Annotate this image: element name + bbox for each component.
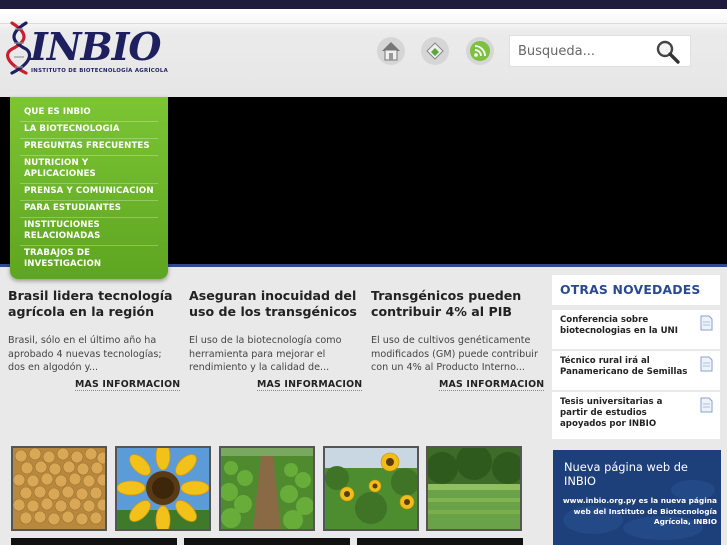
bottom-strip xyxy=(11,538,177,545)
more-info-link[interactable]: MAS INFORMACION xyxy=(257,379,363,391)
menu-item-que-es-inbio[interactable]: QUE ES INBIO xyxy=(20,105,158,122)
bottom-strip xyxy=(357,538,523,545)
sidebar-title: OTRAS NOVEDADES xyxy=(552,275,720,305)
crop-field-photo[interactable] xyxy=(219,446,315,531)
document-icon xyxy=(700,356,713,372)
sidebar-news-item[interactable]: Conferencia sobre biotecnologias en la U… xyxy=(552,310,720,349)
menu-item-nutricion[interactable]: NUTRICION Y APLICACIONES xyxy=(20,156,158,184)
document-icon xyxy=(700,397,713,413)
sunflower-field-photo[interactable] xyxy=(323,446,419,531)
sunflower-photo[interactable] xyxy=(115,446,211,531)
menu-item-prensa[interactable]: PRENSA Y COMUNICACION xyxy=(20,184,158,201)
news-item: Transgénicos pueden contribuir 4% al PIB… xyxy=(371,288,543,375)
news-sidebar: OTRAS NOVEDADES Conferencia sobre biotec… xyxy=(552,275,720,441)
menu-item-biotecnologia[interactable]: LA BIOTECNOLOGIA xyxy=(20,122,158,139)
logo-subtitle: INSTITUTO DE BIOTECNOLOGÍA AGRÍCOLA xyxy=(31,68,169,74)
promo-title: Nueva página web de INBIO xyxy=(564,460,688,488)
sidebar-item-label: Tesis universitarias a partir de estudio… xyxy=(560,397,663,429)
news-summary: Brasil, sólo en el último año ha aprobad… xyxy=(8,335,162,373)
more-info-link[interactable]: MAS INFORMACION xyxy=(75,379,181,391)
sidebar-news-item[interactable]: Tesis universitarias a partir de estudio… xyxy=(552,392,720,439)
top-bar xyxy=(0,0,727,9)
bookmark-icon[interactable] xyxy=(420,36,450,66)
promo-body: www.inbio.org.py es la nueva página web … xyxy=(562,496,717,526)
rss-icon[interactable] xyxy=(465,36,495,66)
inbio-logo[interactable]: INBIO INSTITUTO DE BIOTECNOLOGÍA AGRÍCOL… xyxy=(6,19,168,79)
news-summary: El uso de la biotecnología como herramie… xyxy=(189,335,342,373)
promo-banner[interactable]: Nueva página web de INBIO www.inbio.org.… xyxy=(553,450,721,545)
bottom-strip xyxy=(184,538,350,545)
search-box xyxy=(509,35,691,67)
green-field-photo[interactable] xyxy=(426,446,522,531)
magnifier-icon[interactable] xyxy=(654,39,682,65)
document-icon xyxy=(700,315,713,331)
news-summary: El uso de cultivos genéticamente modific… xyxy=(371,335,538,373)
menu-item-instituciones[interactable]: INSTITUCIONES RELACIONADAS xyxy=(20,218,158,246)
menu-item-trabajos[interactable]: TRABAJOS DE INVESTIGACION xyxy=(20,246,158,273)
home-icon[interactable] xyxy=(376,36,406,66)
main-menu: QUE ES INBIO LA BIOTECNOLOGIA PREGUNTAS … xyxy=(10,97,168,279)
menu-item-estudiantes[interactable]: PARA ESTUDIANTES xyxy=(20,201,158,218)
more-info-link[interactable]: MAS INFORMACION xyxy=(439,379,545,391)
news-item: Brasil lidera tecnología agrícola en la … xyxy=(8,288,180,375)
logo-wordmark: INBIO xyxy=(30,24,162,69)
news-title[interactable]: Aseguran inocuidad del uso de los transg… xyxy=(189,288,361,320)
news-title[interactable]: Brasil lidera tecnología agrícola en la … xyxy=(8,288,180,320)
sidebar-news-item[interactable]: Técnico rural irá al Panamericano de Sem… xyxy=(552,351,720,390)
news-title[interactable]: Transgénicos pueden contribuir 4% al PIB xyxy=(371,288,543,320)
news-item: Aseguran inocuidad del uso de los transg… xyxy=(189,288,361,375)
soybeans-photo[interactable] xyxy=(11,446,107,531)
search-input[interactable] xyxy=(510,36,650,66)
menu-item-preguntas[interactable]: PREGUNTAS FRECUENTES xyxy=(20,139,158,156)
sidebar-item-label: Conferencia sobre biotecnologias en la U… xyxy=(560,315,678,336)
sidebar-item-label: Técnico rural irá al Panamericano de Sem… xyxy=(560,356,688,377)
